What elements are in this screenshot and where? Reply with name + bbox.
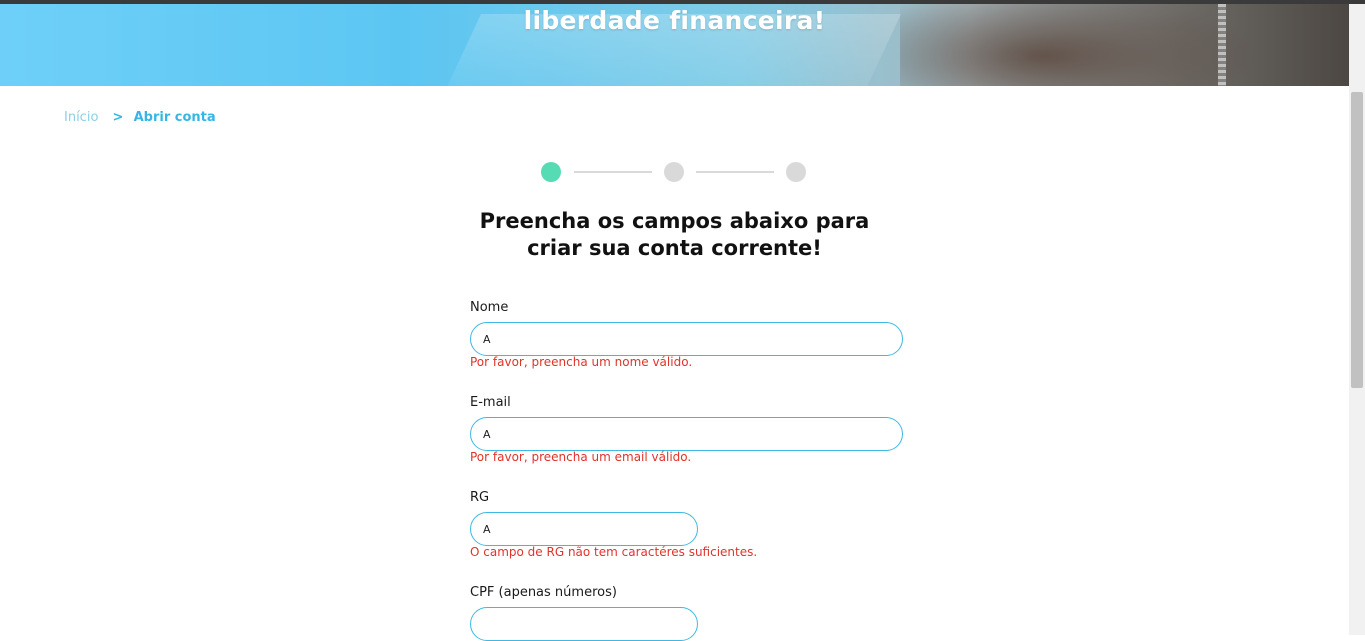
breadcrumb-home-link[interactable]: Início — [64, 110, 98, 125]
rg-input[interactable] — [470, 512, 698, 546]
hero-title: liberdade financeira! — [523, 6, 826, 35]
step-connector — [696, 171, 774, 173]
cpf-label: CPF (apenas números) — [470, 585, 617, 600]
name-error: Por favor, preencha um nome válido. — [470, 355, 693, 369]
email-error: Por favor, preencha um email válido. — [470, 450, 692, 464]
email-label: E-mail — [470, 395, 511, 410]
name-input[interactable] — [470, 322, 903, 356]
email-input[interactable] — [470, 417, 903, 451]
form-title: Preencha os campos abaixo para criar sua… — [462, 208, 887, 262]
form-title-line-1: Preencha os campos abaixo para — [479, 209, 870, 233]
step-3-indicator — [786, 162, 806, 182]
form-stepper — [541, 162, 807, 182]
breadcrumb: Início > Abrir conta — [64, 110, 216, 125]
step-connector — [574, 171, 652, 173]
scrollbar-thumb[interactable] — [1351, 92, 1363, 388]
step-1-indicator — [541, 162, 561, 182]
name-label: Nome — [470, 300, 509, 315]
cpf-input[interactable] — [470, 607, 698, 641]
rg-error: O campo de RG não tem caractéres suficie… — [470, 545, 758, 559]
breadcrumb-current: Abrir conta — [133, 110, 216, 125]
step-2-indicator — [664, 162, 684, 182]
rg-label: RG — [470, 490, 490, 505]
hero-banner: liberdade financeira! — [0, 4, 1349, 86]
form-title-line-2: criar sua conta corrente! — [527, 236, 822, 260]
breadcrumb-separator: > — [112, 110, 124, 125]
